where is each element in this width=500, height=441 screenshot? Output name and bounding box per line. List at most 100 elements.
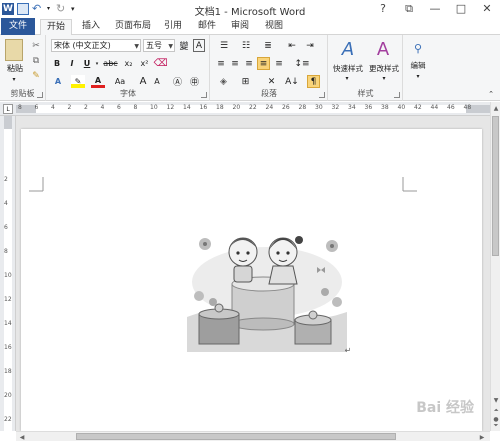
clipboard-group: 粘贴 ▾ ✂ ⧉ ✎ 剪贴板 — [0, 35, 46, 101]
vruler-tick-label: 20 — [4, 392, 12, 399]
numbering-icon[interactable]: ☷ — [237, 40, 255, 52]
change-styles-label[interactable]: 更改样式 — [365, 63, 403, 73]
character-shading-icon[interactable]: Ⓐ — [171, 75, 184, 88]
ruler-tick-label: 6 — [117, 104, 121, 111]
multilevel-list-icon[interactable]: ≣ — [259, 40, 277, 52]
enclose-characters-icon[interactable]: ㊥ — [188, 75, 201, 88]
tab-file[interactable]: 文件 — [1, 18, 35, 35]
change-styles-dropdown-icon[interactable]: ▾ — [380, 74, 388, 82]
phonetic-guide-icon[interactable]: 變 — [178, 39, 190, 52]
superscript-button[interactable]: x² — [138, 57, 151, 70]
horizontal-scrollbar[interactable]: ◀ ▶ — [16, 431, 490, 441]
scroll-up-icon[interactable]: ▲ — [492, 104, 500, 112]
decrease-indent-icon[interactable]: ⇤ — [285, 40, 299, 52]
format-painter-icon[interactable]: ✎ — [30, 70, 42, 81]
ruler-tick-label: 14 — [183, 104, 191, 111]
distributed-icon[interactable]: ≡ — [273, 57, 285, 70]
maximize-button[interactable]: □ — [448, 0, 474, 17]
shrink-font-button[interactable]: A — [151, 75, 163, 88]
scroll-down-icon[interactable]: ▼ — [492, 396, 500, 404]
styles-group: A 快速样式 ▾ A 更改样式 ▾ 样式 — [329, 35, 403, 101]
editing-dropdown-icon[interactable]: ▾ — [414, 72, 422, 80]
scroll-right-icon[interactable]: ▶ — [478, 433, 486, 441]
minimize-button[interactable]: — — [422, 0, 448, 17]
paragraph-launcher-icon[interactable] — [319, 92, 325, 98]
tab-insert[interactable]: 插入 — [78, 19, 104, 35]
sort-icon[interactable]: A↓ — [285, 75, 299, 88]
close-button[interactable]: ✕ — [474, 0, 500, 17]
line-spacing-icon[interactable]: ↕≡ — [293, 57, 311, 70]
increase-indent-icon[interactable]: ⇥ — [303, 40, 317, 52]
tab-view[interactable]: 视图 — [262, 19, 286, 35]
vruler-tick-label: 6 — [4, 224, 8, 231]
bold-button[interactable]: B — [51, 57, 63, 70]
align-right-icon[interactable]: ≡ — [243, 57, 255, 70]
horizontal-scroll-thumb[interactable] — [76, 433, 396, 440]
tab-references[interactable]: 引用 — [161, 19, 185, 35]
vruler-tick-label: 22 — [4, 416, 12, 423]
ribbon-display-button[interactable]: ⧉ — [396, 0, 422, 17]
tab-home[interactable]: 开始 — [40, 19, 72, 36]
vertical-scroll-thumb[interactable] — [492, 116, 499, 256]
paste-dropdown-icon[interactable]: ▾ — [10, 75, 18, 83]
vertical-ruler[interactable]: 2 4 6 8 10 12 14 16 18 20 22 — [0, 116, 16, 431]
collapse-ribbon-icon[interactable]: ⌃ — [486, 89, 496, 99]
quick-styles-icon[interactable]: A — [338, 38, 358, 60]
ruler-tick-label: 12 — [166, 104, 175, 111]
ruler-tick-label: 20 — [232, 104, 241, 111]
tab-mailings[interactable]: 邮件 — [195, 19, 219, 35]
show-hide-marks-icon[interactable]: ¶ — [307, 75, 320, 88]
styles-launcher-icon[interactable] — [394, 92, 400, 98]
ruler-tick-label: 24 — [265, 104, 274, 111]
font-launcher-icon[interactable] — [201, 92, 207, 98]
italic-button[interactable]: I — [66, 57, 78, 70]
font-color-button[interactable]: A — [91, 75, 105, 88]
help-button[interactable]: ? — [370, 0, 396, 17]
change-case-button[interactable]: Aa — [111, 75, 129, 88]
copy-icon[interactable]: ⧉ — [30, 55, 42, 66]
vruler-tick-label: 10 — [4, 272, 12, 279]
cut-icon[interactable]: ✂ — [30, 40, 42, 51]
paste-label[interactable]: 粘贴 — [3, 63, 27, 73]
character-border-button[interactable]: A — [193, 39, 205, 52]
previous-page-icon[interactable]: ⏶ — [492, 407, 500, 415]
document-page[interactable]: ↵ Bai 经验 — [21, 129, 482, 431]
vertical-scrollbar[interactable]: ▲ ▼ ⏶ ● ⏷ — [490, 102, 500, 431]
strikethrough-button[interactable]: abc — [102, 57, 119, 70]
borders-icon[interactable]: ⊞ — [237, 75, 254, 88]
vruler-tick-label: 2 — [4, 176, 8, 183]
align-center-icon[interactable]: ≡ — [229, 57, 241, 70]
highlight-color-icon[interactable]: ✎ — [71, 75, 85, 88]
paste-icon[interactable] — [5, 39, 23, 61]
shading-icon[interactable]: ◈ — [215, 75, 232, 88]
tab-review[interactable]: 审阅 — [228, 19, 252, 35]
change-styles-icon[interactable]: A — [373, 38, 393, 60]
inserted-clipart-image[interactable] — [187, 222, 347, 352]
quick-styles-label[interactable]: 快速样式 — [329, 63, 367, 73]
editing-icon[interactable]: ⚲ — [409, 39, 427, 57]
subscript-button[interactable]: x₂ — [122, 57, 135, 70]
tab-page-layout[interactable]: 页面布局 — [112, 19, 154, 35]
baidu-watermark: Bai 经验 — [416, 400, 474, 416]
clear-formatting-icon[interactable]: ⌫ — [153, 57, 167, 70]
paragraph-group: ☰ ☷ ≣ ⇤ ⇥ ≡ ≡ ≡ ≡ ≡ ↕≡ ◈ ⊞ ✕ A↓ ¶ 段落 — [211, 35, 328, 101]
next-page-icon[interactable]: ⏷ — [492, 422, 500, 430]
chinese-layout-icon[interactable]: ✕ — [263, 75, 280, 88]
editing-label[interactable]: 编辑 — [404, 60, 432, 70]
tab-selector-icon[interactable]: L — [3, 104, 13, 114]
scroll-left-icon[interactable]: ◀ — [18, 433, 26, 441]
ruler-tick-label: 32 — [331, 104, 340, 111]
text-effects-button[interactable]: A — [51, 75, 65, 88]
underline-button[interactable]: U — [81, 57, 93, 70]
font-size-combo[interactable]: 五号 ▼ — [143, 39, 175, 52]
justify-icon[interactable]: ≡ — [257, 57, 270, 70]
quick-styles-dropdown-icon[interactable]: ▾ — [343, 74, 351, 82]
document-workspace: ↵ Bai 经验 — [16, 116, 490, 431]
bullets-icon[interactable]: ☰ — [215, 40, 233, 52]
grow-font-button[interactable]: A — [137, 75, 149, 88]
font-name-combo[interactable]: 宋体 (中文正文) ▼ — [51, 39, 141, 52]
horizontal-ruler[interactable]: L 8 6 4 2 2 4 6 8 10 12 14 16 18 20 22 24 26 28 30 32 34 36 38… — [0, 102, 500, 116]
clipboard-launcher-icon[interactable] — [37, 92, 43, 98]
align-left-icon[interactable]: ≡ — [215, 57, 227, 70]
underline-dropdown-icon[interactable]: ▾ — [94, 57, 100, 70]
